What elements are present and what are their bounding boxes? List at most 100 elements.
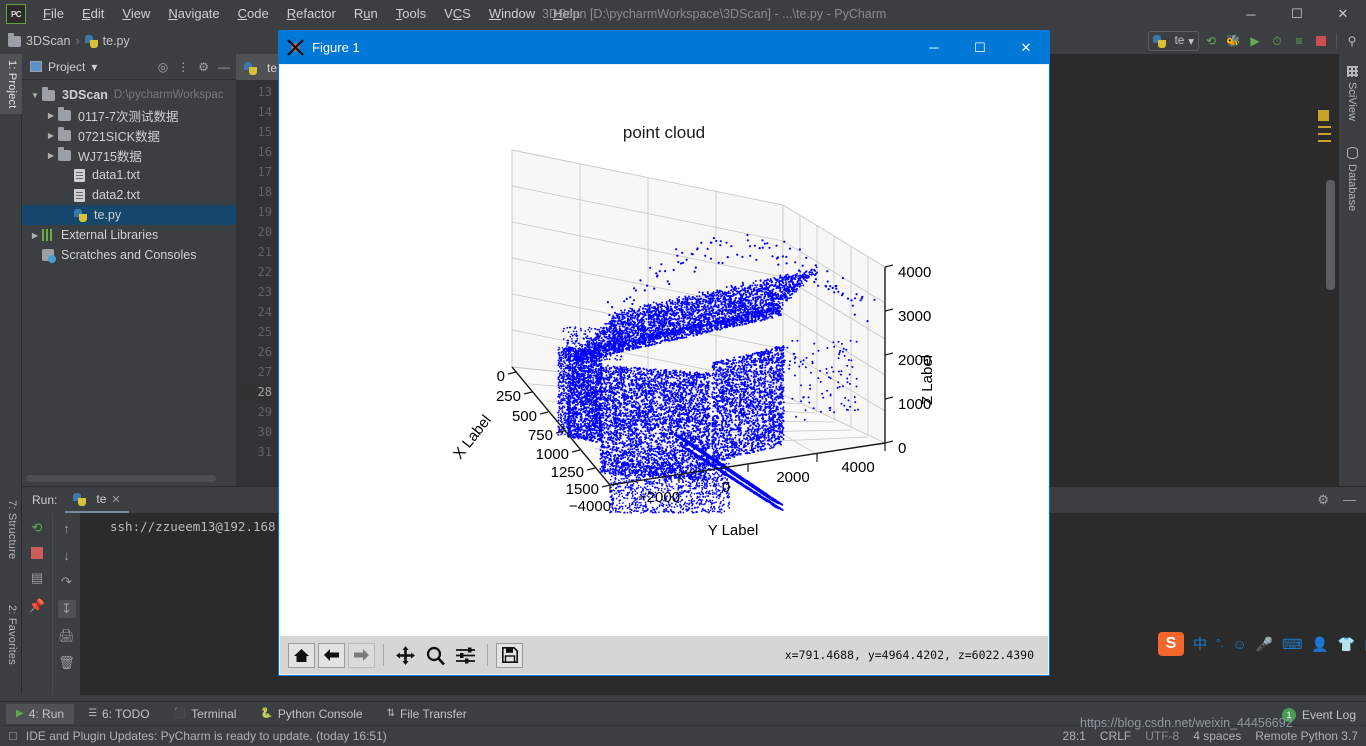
print-icon[interactable]: 🖨: [58, 627, 76, 645]
minimize-icon[interactable]: ─: [911, 31, 957, 64]
debug-icon[interactable]: 🐝: [1223, 31, 1243, 51]
breadcrumb-file[interactable]: te.py: [103, 34, 130, 48]
menu-refactor[interactable]: Refactor: [278, 0, 345, 28]
expand-arrow-icon[interactable]: ▶: [44, 151, 58, 160]
tree-item[interactable]: te.py: [22, 205, 236, 225]
sidebar-item-structure[interactable]: 7: Structure: [0, 494, 22, 565]
tree-item[interactable]: ▶ WJ715数据: [22, 145, 236, 165]
voice-icon[interactable]: 🎤: [1256, 636, 1273, 653]
stop-icon[interactable]: [1311, 31, 1331, 51]
file-encoding[interactable]: UTF-8: [1145, 729, 1179, 743]
sogou-logo-icon[interactable]: S: [1158, 632, 1184, 656]
user-icon[interactable]: 👤: [1311, 636, 1328, 653]
editor-error-stripe[interactable]: [1318, 110, 1332, 147]
expand-arrow-icon[interactable]: ▶: [28, 231, 42, 240]
bottom-tab-file-transfer[interactable]: ⇅ File Transfer: [377, 704, 477, 724]
profile-icon[interactable]: ⏱: [1267, 31, 1287, 51]
zoom-button[interactable]: [422, 643, 449, 668]
tree-item[interactable]: Scratches and Consoles: [22, 245, 236, 265]
skin-icon[interactable]: 👕: [1338, 636, 1355, 653]
line-separator[interactable]: CRLF: [1100, 729, 1131, 743]
project-tree[interactable]: ▼ 3DScan D:\pycharmWorkspac ▶ 0117-7次测试数据 ▶ 07…: [22, 81, 236, 468]
forward-button[interactable]: [348, 642, 375, 668]
expand-arrow-icon[interactable]: ▶: [44, 111, 58, 120]
chevron-down-icon[interactable]: ▾: [91, 60, 97, 74]
maximize-icon[interactable]: ☐: [957, 31, 1003, 64]
expand-arrow-icon[interactable]: ▼: [28, 91, 42, 100]
close-icon[interactable]: ✕: [1003, 31, 1049, 64]
sidebar-item-favorites[interactable]: 2: Favorites: [0, 599, 22, 671]
editor-scrollbar[interactable]: [1326, 180, 1335, 290]
chinese-mode-icon[interactable]: 中: [1193, 634, 1207, 654]
stop-icon[interactable]: [31, 547, 43, 559]
menu-run[interactable]: Run: [345, 0, 387, 28]
menu-code[interactable]: Code: [229, 0, 278, 28]
menu-vcs[interactable]: VCS: [435, 0, 480, 28]
tree-item[interactable]: data2.txt: [22, 185, 236, 205]
home-button[interactable]: [288, 642, 315, 668]
locate-icon[interactable]: ◎: [158, 60, 168, 74]
sidebar-item-database[interactable]: Database: [1339, 141, 1365, 217]
down-icon[interactable]: ↓: [58, 546, 76, 564]
caret-position[interactable]: 28:1: [1063, 729, 1086, 743]
tree-item[interactable]: data1.txt: [22, 165, 236, 185]
close-icon[interactable]: ✕: [111, 493, 120, 506]
hide-icon[interactable]: —: [218, 60, 230, 74]
breadcrumb-project[interactable]: 3DScan: [26, 34, 70, 48]
back-button[interactable]: [318, 642, 345, 668]
menu-tools[interactable]: Tools: [387, 0, 435, 28]
layout-icon[interactable]: ▤: [28, 569, 46, 587]
figure-title-bar[interactable]: Figure 1 ─ ☐ ✕: [279, 31, 1049, 64]
bottom-tab-6-todo[interactable]: ☰ 6: TODO: [78, 704, 160, 724]
bottom-tab-4-run[interactable]: ▶ 4: Run: [6, 703, 75, 724]
collapse-all-icon[interactable]: ⋮: [177, 60, 189, 74]
menu-view[interactable]: View: [113, 0, 159, 28]
settings-icon[interactable]: ⚙: [1317, 492, 1329, 508]
soft-wrap-icon[interactable]: ↷: [58, 573, 76, 591]
keyboard-icon[interactable]: ⌨: [1282, 636, 1302, 653]
emoji-icon[interactable]: ☺: [1232, 636, 1246, 652]
run-icon[interactable]: ⟲: [1201, 31, 1221, 51]
bottom-tab-terminal[interactable]: ⬛ Terminal: [164, 704, 247, 724]
bottom-tab-python-console[interactable]: 🐍 Python Console: [250, 704, 372, 724]
scroll-to-end-icon[interactable]: ↧: [57, 600, 76, 618]
sogou-ime-bar: S 中 °, ☺ 🎤 ⌨ 👤 👕 ▦: [1158, 632, 1366, 656]
menu-navigate[interactable]: Navigate: [159, 0, 228, 28]
punctuation-icon[interactable]: °,: [1216, 638, 1223, 650]
rerun-icon[interactable]: ⟲: [28, 519, 46, 537]
sidebar-item-sciview[interactable]: SciView: [1339, 60, 1365, 127]
menu-file[interactable]: File: [34, 0, 73, 28]
up-icon[interactable]: ↑: [58, 519, 76, 537]
figure-canvas[interactable]: point cloud 0 250 500 750 1000 1250 1500…: [280, 65, 1048, 636]
python-interpreter[interactable]: Remote Python 3.7: [1255, 729, 1358, 743]
grid-icon: [1346, 66, 1358, 77]
coverage-icon[interactable]: ▶: [1245, 31, 1265, 51]
maximize-icon[interactable]: ☐: [1274, 0, 1320, 28]
minimize-icon[interactable]: ─: [1228, 0, 1274, 28]
hide-icon[interactable]: —: [1343, 492, 1356, 508]
pin-icon[interactable]: 📌: [28, 597, 46, 615]
run-tab-te[interactable]: te ✕: [65, 487, 129, 513]
close-icon[interactable]: ✕: [1320, 0, 1366, 28]
save-button[interactable]: [496, 642, 523, 668]
search-icon[interactable]: ⚲: [1342, 31, 1362, 51]
tree-item[interactable]: ▶ 0117-7次测试数据: [22, 105, 236, 125]
configure-subplots-button[interactable]: [452, 643, 479, 668]
menu-edit[interactable]: Edit: [73, 0, 113, 28]
tree-item[interactable]: ▼ 3DScan D:\pycharmWorkspac: [22, 85, 236, 105]
event-log-button[interactable]: 1 Event Log: [1281, 708, 1356, 722]
text-file-icon: [74, 168, 85, 182]
sidebar-item-project[interactable]: 1: Project: [0, 54, 22, 115]
menu-window[interactable]: Window: [480, 0, 544, 28]
run-configuration-selector[interactable]: te ▾: [1147, 31, 1199, 51]
settings-icon[interactable]: ⚙: [198, 60, 209, 74]
status-message[interactable]: IDE and Plugin Updates: PyCharm is ready…: [26, 729, 387, 743]
pan-button[interactable]: [392, 643, 419, 668]
tree-item[interactable]: ▶ 0721SICK数据: [22, 125, 236, 145]
clear-all-icon[interactable]: 🗑: [58, 654, 76, 672]
tree-item[interactable]: ▶ External Libraries: [22, 225, 236, 245]
project-horizontal-scrollbar[interactable]: [26, 475, 216, 482]
indent-setting[interactable]: 4 spaces: [1193, 729, 1241, 743]
run-with-console-icon[interactable]: ≡: [1289, 31, 1309, 51]
expand-arrow-icon[interactable]: ▶: [44, 131, 58, 140]
